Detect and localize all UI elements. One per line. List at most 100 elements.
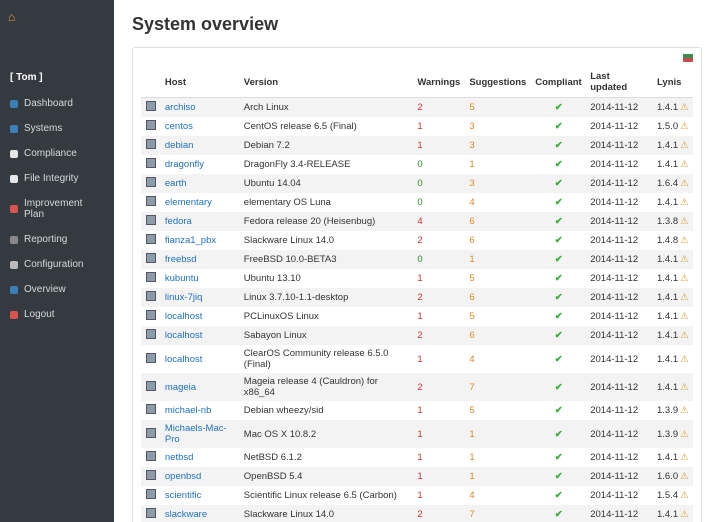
cell-version: ClearOS Community release 6.5.0 (Final) <box>240 345 414 373</box>
nav-item-configuration[interactable]: Configuration <box>0 252 114 277</box>
nav-item-systems[interactable]: Systems <box>0 116 114 141</box>
cell-last: 2014-11-12 <box>586 288 653 307</box>
host-link[interactable]: linux-7jiq <box>165 292 203 303</box>
compliant-check-icon: ✔ <box>555 254 563 265</box>
nav-item-file-integrity[interactable]: File Integrity <box>0 166 114 191</box>
host-link[interactable]: mageia <box>165 382 196 393</box>
host-link[interactable]: kubuntu <box>165 273 199 284</box>
cell-warnings: 2 <box>413 288 465 307</box>
cell-suggestions: 4 <box>465 345 531 373</box>
host-link[interactable]: centos <box>165 121 193 132</box>
nav-item-reporting[interactable]: Reporting <box>0 227 114 252</box>
nav-item-overview[interactable]: Overview <box>0 277 114 302</box>
host-link[interactable]: Michaels-Mac-Pro <box>165 423 227 445</box>
cell-last: 2014-11-12 <box>586 505 653 522</box>
cell-warnings: 1 <box>413 307 465 326</box>
host-link[interactable]: localhost <box>165 311 203 322</box>
cell-version: Linux 3.7.10-1.1-desktop <box>240 288 414 307</box>
page-title: System overview <box>132 14 702 35</box>
warning-icon: ⚠ <box>680 273 689 284</box>
cell-lynis: 1.4.1⚠ <box>653 193 693 212</box>
cell-last: 2014-11-12 <box>586 136 653 155</box>
main: System overview Host Version Warnings Su… <box>114 0 720 522</box>
compliant-check-icon: ✔ <box>555 509 563 520</box>
warning-icon: ⚠ <box>680 102 689 113</box>
compliant-check-icon: ✔ <box>555 471 563 482</box>
compliant-check-icon: ✔ <box>555 121 563 132</box>
host-link[interactable]: fianza1_pbx <box>165 235 216 246</box>
host-icon <box>146 234 156 244</box>
host-link[interactable]: archiso <box>165 102 196 113</box>
cell-last: 2014-11-12 <box>586 174 653 193</box>
col-suggestions[interactable]: Suggestions <box>465 67 531 98</box>
cell-suggestions: 5 <box>465 401 531 420</box>
warning-icon: ⚠ <box>680 405 689 416</box>
cell-suggestions: 4 <box>465 486 531 505</box>
host-link[interactable]: localhost <box>165 330 203 341</box>
cell-lynis: 1.4.8⚠ <box>653 231 693 250</box>
cell-last: 2014-11-12 <box>586 326 653 345</box>
warning-icon: ⚠ <box>680 311 689 322</box>
host-icon <box>146 451 156 461</box>
host-link[interactable]: localhost <box>165 354 203 365</box>
host-link[interactable]: fedora <box>165 216 192 227</box>
compliant-check-icon: ✔ <box>555 292 563 303</box>
nav-item-dashboard[interactable]: Dashboard <box>0 91 114 116</box>
host-link[interactable]: earth <box>165 178 187 189</box>
cell-warnings: 1 <box>413 467 465 486</box>
cell-lynis: 1.3.9⚠ <box>653 420 693 448</box>
home-icon[interactable]: ⌂ <box>8 10 114 24</box>
cell-last: 2014-11-12 <box>586 420 653 448</box>
nav-item-compliance[interactable]: Compliance <box>0 141 114 166</box>
nav-label: File Integrity <box>24 173 78 184</box>
warning-icon: ⚠ <box>680 490 689 501</box>
host-icon <box>146 158 156 168</box>
host-icon <box>146 381 156 391</box>
warning-icon: ⚠ <box>680 140 689 151</box>
nav-label: Reporting <box>24 234 67 245</box>
host-link[interactable]: netbsd <box>165 452 194 463</box>
table-row: fedoraFedora release 20 (Heisenbug)46✔20… <box>141 212 693 231</box>
host-icon <box>146 353 156 363</box>
table-row: archisoArch Linux25✔2014-11-121.4.1⚠ <box>141 98 693 118</box>
host-icon <box>146 310 156 320</box>
cell-version: Mageia release 4 (Cauldron) for x86_64 <box>240 373 414 401</box>
col-lynis[interactable]: Lynis <box>653 67 693 98</box>
cell-suggestions: 3 <box>465 174 531 193</box>
col-compliant[interactable]: Compliant <box>531 67 586 98</box>
host-link[interactable]: elementary <box>165 197 212 208</box>
col-version[interactable]: Version <box>240 67 414 98</box>
cell-version: Sabayon Linux <box>240 326 414 345</box>
table-row: kubuntuUbuntu 13.1015✔2014-11-121.4.1⚠ <box>141 269 693 288</box>
cell-last: 2014-11-12 <box>586 98 653 118</box>
cell-warnings: 1 <box>413 345 465 373</box>
col-host[interactable]: Host <box>161 67 240 98</box>
col-last[interactable]: Last updated <box>586 67 653 98</box>
nav-item-improvement-plan[interactable]: Improvement Plan <box>0 191 114 227</box>
cell-version: Ubuntu 14.04 <box>240 174 414 193</box>
table-header-row: Host Version Warnings Suggestions Compli… <box>141 67 693 98</box>
host-link[interactable]: freebsd <box>165 254 197 265</box>
nav-label: Improvement Plan <box>24 198 104 220</box>
chart-toggle-icon[interactable] <box>683 54 693 62</box>
cell-suggestions: 6 <box>465 288 531 307</box>
cell-lynis: 1.5.4⚠ <box>653 486 693 505</box>
compliant-check-icon: ✔ <box>555 382 563 393</box>
cell-warnings: 1 <box>413 420 465 448</box>
col-warnings[interactable]: Warnings <box>413 67 465 98</box>
compliant-check-icon: ✔ <box>555 354 563 365</box>
host-link[interactable]: openbsd <box>165 471 201 482</box>
host-icon <box>146 291 156 301</box>
cell-suggestions: 1 <box>465 420 531 448</box>
host-link[interactable]: dragonfly <box>165 159 204 170</box>
warning-icon: ⚠ <box>680 509 689 520</box>
host-link[interactable]: debian <box>165 140 194 151</box>
host-link[interactable]: scientific <box>165 490 201 501</box>
nav-item-logout[interactable]: Logout <box>0 302 114 327</box>
cell-lynis: 1.4.1⚠ <box>653 98 693 118</box>
table-row: netbsdNetBSD 6.1.211✔2014-11-121.4.1⚠ <box>141 448 693 467</box>
cell-warnings: 2 <box>413 373 465 401</box>
host-link[interactable]: slackware <box>165 509 207 520</box>
host-link[interactable]: michael-nb <box>165 405 211 416</box>
warning-icon: ⚠ <box>680 330 689 341</box>
